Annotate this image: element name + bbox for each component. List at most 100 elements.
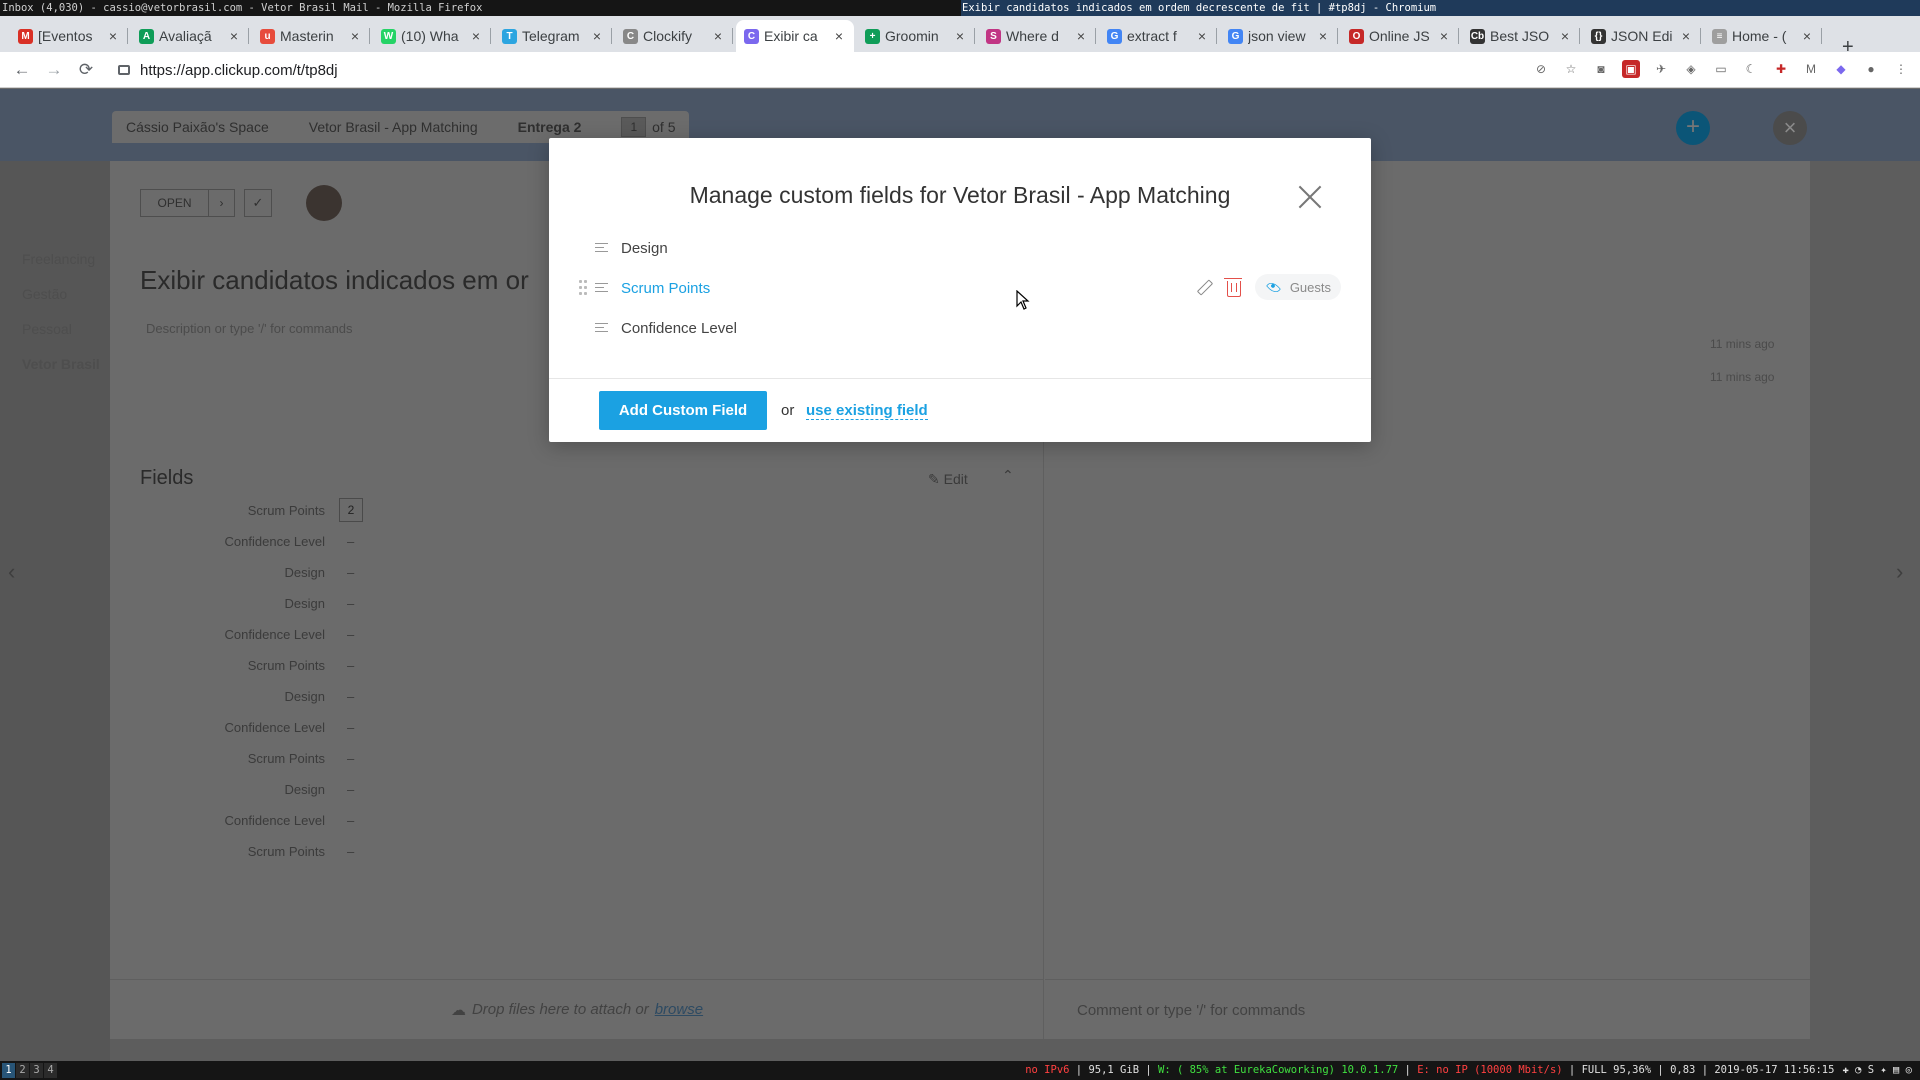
reload-icon[interactable]: ⟳ <box>74 58 98 82</box>
browser-tab[interactable]: Cb Best JSO × <box>1462 20 1580 52</box>
next-task-icon[interactable]: › <box>1896 559 1903 585</box>
field-value[interactable]: – <box>347 658 354 673</box>
tray-icons[interactable]: ✚ ◔ S ✦ ▤ ◎ <box>1842 1064 1912 1076</box>
trash-icon[interactable] <box>1223 277 1242 297</box>
browser-tab[interactable]: S Where d × <box>978 20 1096 52</box>
tab-label: Best JSO <box>1490 28 1550 44</box>
browser-tab-strip: + M [Eventos × A Avaliaçã × u Masterin × W (10) Wh… <box>0 16 1920 58</box>
field-value[interactable]: – <box>347 813 354 828</box>
prev-task-icon[interactable]: ‹ <box>8 559 15 585</box>
breadcrumb-space[interactable]: Cássio Paixão's Space <box>126 119 269 135</box>
sidebar-item[interactable]: Freelancing <box>22 251 95 267</box>
star-icon[interactable]: ☆ <box>1562 60 1580 78</box>
block-icon[interactable]: ⊘ <box>1532 60 1550 78</box>
browser-toolbar: ← → ⟳ https://app.clickup.com/t/tp8dj ⊘ … <box>0 52 1920 88</box>
tab-close-icon[interactable]: × <box>1800 28 1814 44</box>
browser-tab[interactable]: Gjson view × <box>1220 20 1338 52</box>
extension-cross-icon[interactable]: ✚ <box>1772 60 1790 78</box>
menu-icon[interactable]: ⋮ <box>1892 60 1910 78</box>
breadcrumb-list[interactable]: Vetor Brasil - App Matching <box>309 119 478 135</box>
extension-m-icon[interactable]: M <box>1802 60 1820 78</box>
whatsapp-icon: W <box>381 29 396 44</box>
add-custom-field-button[interactable]: Add Custom Field <box>599 391 767 430</box>
browser-tab[interactable]: Gextract f × <box>1099 20 1217 52</box>
tab-close-icon[interactable]: × <box>348 28 362 44</box>
browser-tab[interactable]: C Exibir ca × <box>736 20 854 52</box>
pencil-icon[interactable] <box>1195 278 1213 296</box>
clockify-ext-icon[interactable]: ☾ <box>1742 60 1760 78</box>
address-bar[interactable]: https://app.clickup.com/t/tp8dj <box>118 58 1518 82</box>
browser-tab[interactable]: C Clockify × <box>615 20 733 52</box>
chevron-up-icon[interactable]: ⌃ <box>1002 467 1014 484</box>
field-value[interactable]: – <box>347 627 354 642</box>
browser-tab[interactable]: M [Eventos × <box>10 20 128 52</box>
browser-tab[interactable]: T Telegram × <box>494 20 612 52</box>
extension-icon[interactable]: ✈ <box>1652 60 1670 78</box>
browser-tab[interactable]: A Avaliaçã × <box>131 20 249 52</box>
tab-close-icon[interactable]: × <box>106 28 120 44</box>
plus-icon[interactable]: + <box>1676 111 1710 145</box>
browser-tab[interactable]: ≡ Home - (× <box>1704 20 1822 52</box>
profile-icon[interactable]: ● <box>1862 60 1880 78</box>
field-value[interactable]: 2 <box>339 498 363 522</box>
extension-shield-icon[interactable]: ◈ <box>1682 60 1700 78</box>
field-value[interactable]: – <box>347 751 354 766</box>
fields-edit-button[interactable]: ✎ Edit <box>928 471 968 488</box>
close-task-icon[interactable]: × <box>1773 111 1807 145</box>
avatar[interactable] <box>306 185 342 221</box>
browse-link[interactable]: browse <box>655 1001 703 1018</box>
custom-field-row-scrum-points[interactable]: Scrum Points Guests <box>579 270 1341 306</box>
attachment-dropzone[interactable]: ☁ Drop files here to attach or browse <box>110 979 1044 1039</box>
close-icon[interactable] <box>1297 184 1323 210</box>
forward-icon[interactable]: → <box>42 58 66 82</box>
caret-right-icon[interactable]: › <box>209 196 234 210</box>
custom-field-row-design[interactable]: Design <box>579 230 1341 266</box>
sidebar-item[interactable]: Gestão <box>22 286 67 302</box>
tab-close-icon[interactable]: × <box>1558 28 1572 44</box>
tab-close-icon[interactable]: × <box>1679 28 1693 44</box>
tab-close-icon[interactable]: × <box>590 28 604 44</box>
tab-close-icon[interactable]: × <box>1195 28 1209 44</box>
browser-tab[interactable]: + Groomin × <box>857 20 975 52</box>
browser-tab[interactable]: W (10) Wha × <box>373 20 491 52</box>
browser-tab[interactable]: u Masterin × <box>252 20 370 52</box>
tab-close-icon[interactable]: × <box>711 28 725 44</box>
workspace-button[interactable]: 4 <box>44 1063 57 1078</box>
clickup-ext-icon[interactable]: ◆ <box>1832 60 1850 78</box>
status-button[interactable]: OPEN › <box>140 189 235 217</box>
check-icon[interactable]: ✓ <box>244 189 272 217</box>
workspace-button[interactable]: 3 <box>30 1063 43 1078</box>
guests-visibility-toggle[interactable]: Guests <box>1254 274 1341 300</box>
field-value[interactable]: – <box>347 720 354 735</box>
tab-close-icon[interactable]: × <box>953 28 967 44</box>
extension-chat-icon[interactable]: ▭ <box>1712 60 1730 78</box>
browser-tab[interactable]: {} JSON Edi × <box>1583 20 1701 52</box>
tab-close-icon[interactable]: × <box>227 28 241 44</box>
extension-red-icon[interactable]: ▣ <box>1622 60 1640 78</box>
field-value[interactable]: – <box>347 596 354 611</box>
field-value[interactable]: – <box>347 844 354 859</box>
task-title[interactable]: Exibir candidatos indicados em or <box>140 265 529 296</box>
field-value[interactable]: – <box>347 565 354 580</box>
field-value[interactable]: – <box>347 782 354 797</box>
camera-icon[interactable]: ◙ <box>1592 60 1610 78</box>
comment-input[interactable]: Comment or type '/' for commands <box>1045 979 1810 1039</box>
use-existing-field-link[interactable]: use existing field <box>806 402 928 420</box>
workspace-button[interactable]: 2 <box>16 1063 29 1078</box>
tab-close-icon[interactable]: × <box>1316 28 1330 44</box>
breadcrumb-sublist[interactable]: Entrega 2 <box>518 119 582 135</box>
custom-field-row-confidence-level[interactable]: Confidence Level <box>579 310 1341 346</box>
drag-handle-icon[interactable] <box>579 280 589 296</box>
browser-tab[interactable]: O Online JS × <box>1341 20 1459 52</box>
tab-close-icon[interactable]: × <box>1074 28 1088 44</box>
sidebar-item[interactable]: Pessoal <box>22 321 72 337</box>
back-icon[interactable]: ← <box>10 58 34 82</box>
tab-close-icon[interactable]: × <box>469 28 483 44</box>
sidebar-item[interactable]: Vetor Brasil <box>22 356 100 372</box>
tab-close-icon[interactable]: × <box>1437 28 1451 44</box>
workspace-button[interactable]: 1 <box>2 1063 15 1078</box>
field-value[interactable]: – <box>347 689 354 704</box>
tab-close-icon[interactable]: × <box>832 28 846 44</box>
field-value[interactable]: – <box>347 534 354 549</box>
description-input[interactable]: Description or type '/' for commands <box>146 321 353 336</box>
